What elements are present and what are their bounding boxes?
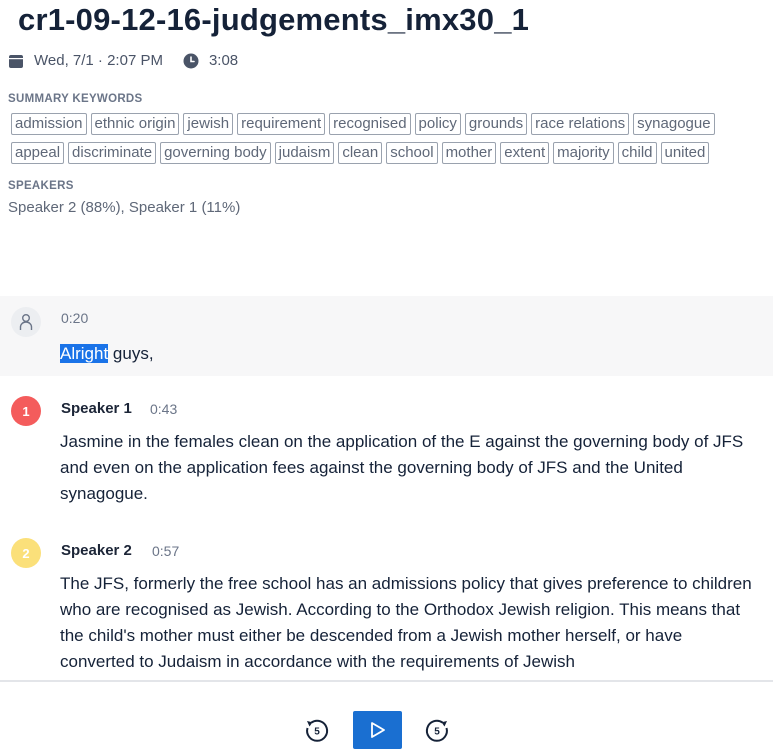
speaker-avatar-number: 2 — [22, 545, 30, 561]
keyword-chip[interactable]: school — [386, 142, 438, 164]
speakers-summary: Speaker 2 (88%), Speaker 1 (11%) — [8, 199, 241, 216]
keyword-chip[interactable]: governing body — [160, 142, 271, 164]
recording-date: Wed, 7/1 · 2:07 PM — [34, 52, 163, 69]
segment-text-rest: guys, — [108, 344, 154, 363]
person-icon — [19, 314, 33, 330]
speaker-name[interactable]: Speaker 2 — [61, 542, 132, 559]
keyword-chip[interactable]: child — [617, 142, 657, 164]
keyword-chip[interactable]: mother — [441, 142, 497, 164]
segment-timestamp[interactable]: 0:20 — [61, 310, 88, 326]
speaker-avatar-number: 1 — [22, 403, 30, 419]
transcript-segment[interactable]: 0:20 Alright guys, — [0, 296, 773, 376]
keyword-chip[interactable]: extent — [500, 142, 550, 164]
selected-word[interactable]: Alright — [60, 344, 109, 363]
keyword-chip[interactable]: clean — [338, 142, 383, 164]
forward-icon: 5 — [425, 719, 448, 742]
keyword-chip[interactable]: ethnic origin — [90, 113, 180, 135]
keyword-chip[interactable]: synagogue — [633, 113, 715, 135]
segment-text[interactable]: Alright guys, — [60, 341, 760, 367]
keyword-chip[interactable]: appeal — [11, 142, 65, 164]
clock-icon — [183, 53, 199, 69]
keyword-chip[interactable]: recognised — [329, 113, 411, 135]
speaker-name[interactable]: Speaker 1 — [61, 400, 132, 417]
rewind-icon: 5 — [306, 719, 329, 742]
segment-text[interactable]: The JFS, formerly the free school has an… — [60, 571, 760, 675]
keyword-chip[interactable]: race relations — [531, 113, 630, 135]
transcript-segment[interactable]: 2 Speaker 2 0:57 The JFS, formerly the f… — [0, 528, 773, 678]
keyword-chip[interactable]: majority — [553, 142, 614, 164]
keyword-row-1: admission ethnic origin jewish requireme… — [11, 113, 715, 135]
recording-duration: 3:08 — [208, 52, 239, 69]
rewind-label: 5 — [314, 727, 320, 738]
keyword-chip[interactable]: jewish — [183, 113, 234, 135]
speaker-2-avatar[interactable]: 2 — [11, 538, 41, 568]
segment-timestamp[interactable]: 0:43 — [150, 401, 177, 417]
transcript-segment[interactable]: 1 Speaker 1 0:43 Jasmine in the females … — [0, 386, 773, 516]
keyword-chip[interactable]: discriminate — [68, 142, 157, 164]
keywords-label: SUMMARY KEYWORDS — [8, 93, 143, 105]
page-title: cr1-09-12-16-judgements_imx30_1 — [18, 2, 530, 37]
forward-5-button[interactable]: 5 — [424, 717, 450, 743]
keyword-chip[interactable]: admission — [11, 113, 87, 135]
player-bar: 5 5 — [0, 680, 773, 755]
speaker-1-avatar[interactable]: 1 — [11, 396, 41, 426]
keyword-row-2: appeal discriminate governing body judai… — [11, 142, 710, 164]
keyword-chip[interactable]: united — [660, 142, 710, 164]
segment-timestamp[interactable]: 0:57 — [152, 543, 179, 559]
keyword-chip[interactable]: judaism — [274, 142, 335, 164]
keyword-chip[interactable]: requirement — [237, 113, 326, 135]
play-button[interactable] — [353, 711, 402, 749]
speakers-label: SPEAKERS — [8, 180, 74, 192]
rewind-5-button[interactable]: 5 — [304, 717, 330, 743]
calendar-icon — [8, 53, 24, 69]
segment-text[interactable]: Jasmine in the females clean on the appl… — [60, 429, 760, 507]
forward-label: 5 — [434, 727, 440, 738]
unknown-speaker-avatar[interactable] — [11, 307, 41, 337]
keyword-chip[interactable]: policy — [414, 113, 461, 135]
keyword-chip[interactable]: grounds — [464, 113, 528, 135]
recording-meta: Wed, 7/1 · 2:07 PM 3:08 — [8, 52, 238, 69]
play-icon — [370, 722, 385, 738]
